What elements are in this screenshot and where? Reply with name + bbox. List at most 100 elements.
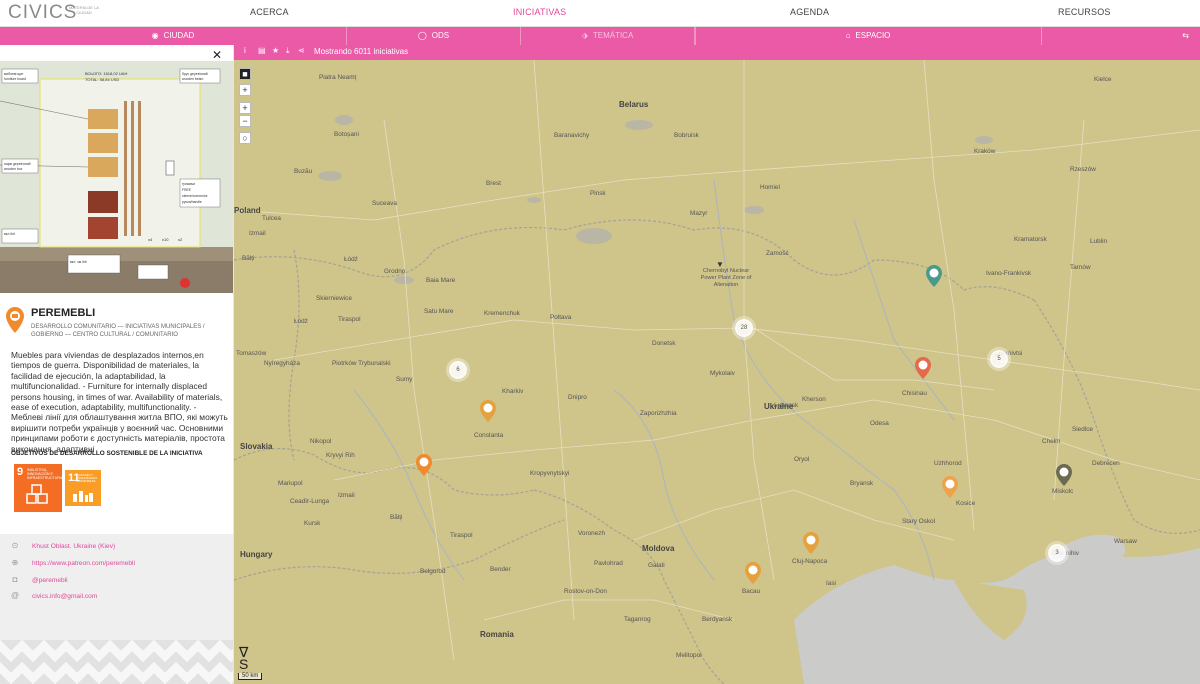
city-tulcea: Melitopol <box>676 652 702 659</box>
cluster-marker[interactable]: 3 <box>1048 544 1066 562</box>
close-icon[interactable]: ✕ <box>212 48 222 62</box>
city-sievierodonetsk: Siedlce <box>1072 426 1093 433</box>
filter-espacio[interactable]: ⌂ ESPACIO <box>695 27 1042 45</box>
city-warsaw: Łódź <box>344 256 358 263</box>
city-ostroleka: Buzău <box>294 168 313 175</box>
photo-total-uah: ВСЬОГО: 1618,02 UAH <box>85 71 127 76</box>
info-icon[interactable]: i <box>244 46 246 55</box>
city-donetsk: Miskolc <box>1052 488 1074 495</box>
city-novomoskovsk: Kielce <box>1094 76 1112 83</box>
city-homiel: Homiel <box>760 184 780 191</box>
photo-total-usd: TOTAL: 58,84 USD <box>85 77 119 82</box>
tag-icon: ⬗ <box>581 31 588 40</box>
city-dnipro: Uzhhorod <box>934 460 962 467</box>
city-izmail: Berdyansk <box>702 616 733 623</box>
community-pin-icon <box>6 307 24 333</box>
locate-button[interactable]: + <box>239 84 251 96</box>
city-chelm: Baia Mare <box>426 277 456 284</box>
contact-email[interactable]: @ civics.info@gmail.com <box>10 590 97 602</box>
share-icon[interactable]: ⋖ <box>298 46 305 55</box>
contact-email-text[interactable]: civics.info@gmail.com <box>32 593 97 600</box>
filter-toggle[interactable]: ⇆ <box>1042 27 1200 45</box>
city-sumy: Ivano-Frankivsk <box>986 270 1032 277</box>
ods-badge-9[interactable]: 9 INDUSTRIA, INNOVACIÓN E INFRAESTRUCTUR… <box>14 464 62 512</box>
city-kosice: Nikopol <box>310 438 332 445</box>
initiative-pin-icon[interactable] <box>480 400 496 422</box>
nav-iniciativas[interactable]: INICIATIVAS <box>513 7 566 17</box>
city-mykolaiv: Cluj-Napoca <box>792 558 828 565</box>
list-icon[interactable]: ▤ <box>258 46 266 55</box>
city-luhansk: Debrecen <box>1092 460 1120 467</box>
cluster-marker[interactable]: 28 <box>735 319 753 337</box>
city-piatra-neamt: Bender <box>490 566 511 573</box>
country-romania: Romania <box>480 630 514 639</box>
contact-instagram[interactable]: ◘ @peremebli <box>10 574 68 586</box>
chernobyl-marker-icon: ▼ <box>716 260 724 269</box>
city-brest: Brest <box>486 180 501 187</box>
settings-button[interactable]: ○ <box>239 132 251 144</box>
city-khmelnytskyi: Dnipro <box>568 394 587 401</box>
filter-ciudad[interactable]: ◉ CIUDAD <box>0 27 347 45</box>
photo-label-sleeve: sleeve/connector <box>182 194 209 198</box>
layers-button[interactable]: ■ <box>239 68 251 80</box>
city-pinsk: Pinsk <box>590 190 606 197</box>
cluster-marker[interactable]: 5 <box>990 350 1008 368</box>
city-satu-mare: Izmail <box>338 492 355 499</box>
photo-label-free: FREE <box>182 188 192 192</box>
city-bryansk: Kraków <box>974 148 996 155</box>
contact-section: ⊙ Khust Oblast. Ukraine (Kiev) ⊕ https://w… <box>0 534 233 640</box>
nav-recursos[interactable]: RECURSOS <box>1058 7 1111 17</box>
filter-espacio-label: ESPACIO <box>855 31 891 40</box>
city-krakow: Tomaszów <box>236 350 267 357</box>
country-hungary: Hungary <box>240 550 273 559</box>
photo-label-x10: x10 <box>162 237 169 242</box>
zoom-in-button[interactable]: + <box>239 102 251 114</box>
photo-label-holder: тримачи <box>182 182 195 186</box>
city-rostov: Warsaw <box>1114 538 1137 545</box>
download-icon[interactable]: ⤓ <box>286 46 290 56</box>
initiative-pin-icon[interactable] <box>942 476 958 498</box>
circle-icon: ◯ <box>417 31 427 40</box>
contact-website[interactable]: ⊕ https://www.patreon.com/peremebli <box>10 557 135 569</box>
star-icon[interactable]: ★ <box>272 46 279 55</box>
map-canvas[interactable]: ■ + + − ○ Belarus Poland Ukraine Slovaki… <box>234 60 1200 684</box>
city-chernivtsi: Kropyvnytskyi <box>530 470 570 477</box>
filter-tematica[interactable]: ⬗ TEMÁTICA <box>521 27 695 45</box>
city-miskolc: Mariupol <box>278 480 303 487</box>
city-kielce: Łódź <box>294 318 308 325</box>
city-galati: Taganrog <box>624 616 651 623</box>
initiative-pin-icon[interactable] <box>803 532 819 554</box>
contact-website-text[interactable]: https://www.patreon.com/peremebli <box>32 560 135 567</box>
city-piotrkow: Bălți <box>242 255 255 262</box>
initiative-pin-icon[interactable] <box>926 265 942 287</box>
email-icon: @ <box>10 591 20 600</box>
filter-ods[interactable]: ◯ ODS <box>347 27 521 45</box>
logo-subtitle: MATERIA DE LA CIUDAD <box>69 5 99 15</box>
initiative-pin-icon[interactable] <box>745 562 761 584</box>
building-icon: ⌂ <box>845 31 851 40</box>
civics-logo[interactable]: CIVICS MATERIA DE LA CIUDAD <box>8 2 99 24</box>
initiative-panel: ✕ ВСЬОГО: 1618,02 UAH TOTAL: 58,84 USD м… <box>0 45 234 684</box>
city-skierniewice: Tulcea <box>262 215 281 222</box>
instagram-icon: ◘ <box>12 575 18 584</box>
city-iasi: Voronezh <box>578 530 606 537</box>
city-uzhhorod: Kryvyi Rih <box>326 452 355 459</box>
city-ternopil: Kharkiv <box>502 388 524 395</box>
city-baranavichy: Baranavichy <box>554 132 590 139</box>
initiative-description: Muebles para viviendas de desplazados in… <box>11 350 228 454</box>
cubes-icon <box>26 484 48 504</box>
photo-label-board-en: furniture board <box>4 77 26 81</box>
ods-badge-11[interactable]: 11 CIUDADES Y COMUNIDADES SOSTENIBLES <box>65 470 101 506</box>
ods-11-text: CIUDADES Y COMUNIDADES SOSTENIBLES <box>76 473 97 484</box>
nav-agenda[interactable]: AGENDA <box>790 7 829 17</box>
initiative-pin-icon[interactable] <box>915 357 931 379</box>
city-kramatorsk: Chełm <box>1042 438 1061 445</box>
zoom-out-button[interactable]: − <box>239 115 251 127</box>
cluster-marker[interactable]: 6 <box>449 361 467 379</box>
nav-acerca[interactable]: ACERCA <box>250 7 289 17</box>
city-lutsk: Kremenchuk <box>484 310 520 317</box>
initiative-pin-icon[interactable] <box>1056 464 1072 486</box>
contact-instagram-text[interactable]: @peremebli <box>32 577 68 584</box>
initiative-photo: ВСЬОГО: 1618,02 UAH TOTAL: 58,84 USD меб… <box>0 61 233 293</box>
initiative-pin-icon-selected[interactable] <box>416 454 432 476</box>
